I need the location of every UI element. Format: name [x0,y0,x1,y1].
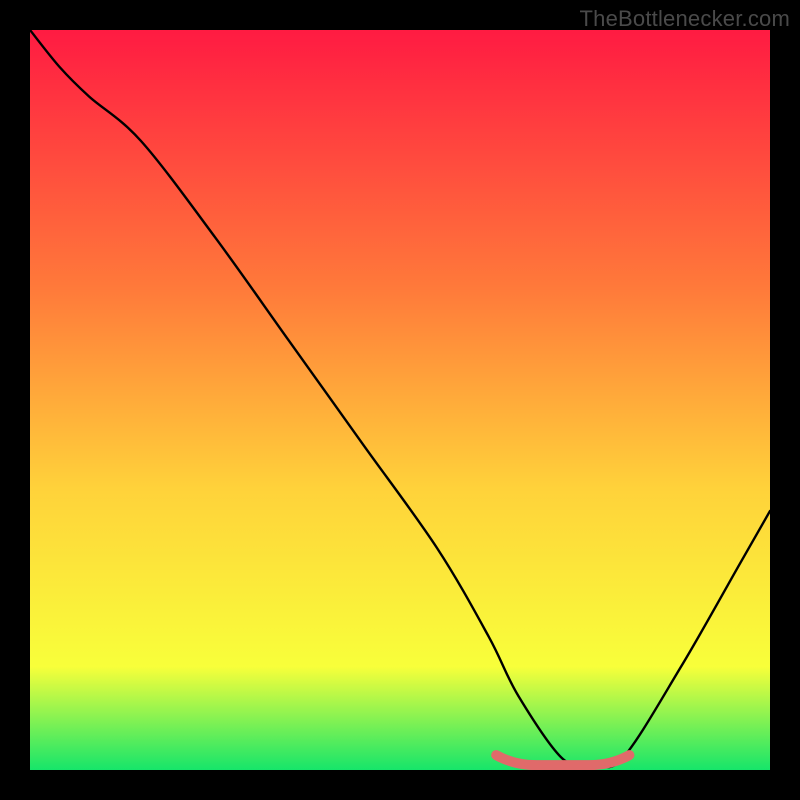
chart-container: TheBottlenecker.com [0,0,800,800]
plot-area [30,30,770,770]
chart-svg [30,30,770,770]
attribution-watermark: TheBottlenecker.com [580,6,790,32]
